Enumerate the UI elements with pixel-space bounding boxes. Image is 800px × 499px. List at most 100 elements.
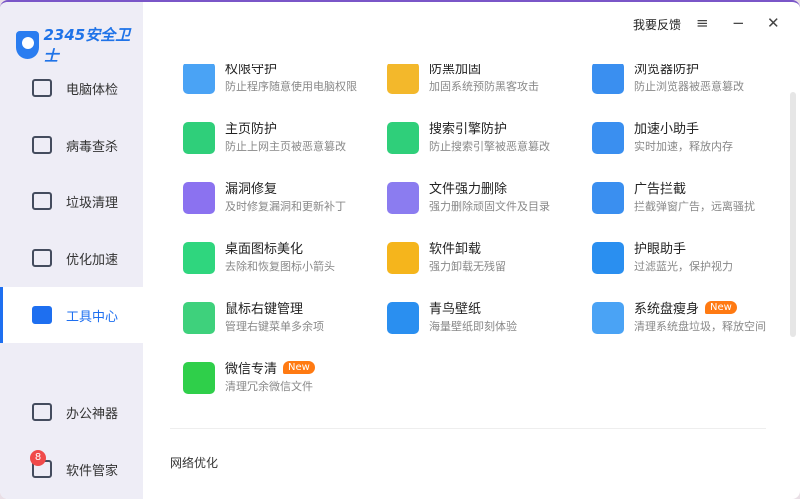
tool-description: 强力删除顽固文件及目录 <box>429 200 550 213</box>
tool-description: 去除和恢复图标小箭头 <box>225 260 335 273</box>
sidebar-item-label: 电脑体检 <box>66 82 119 98</box>
tool-item[interactable]: 防黑加固 加固系统预防黑客攻击 <box>387 64 587 102</box>
menu-icon[interactable]: ≡ <box>696 14 709 32</box>
target-icon <box>32 136 52 154</box>
shield-logo-icon <box>16 31 40 59</box>
sidebar-item-0[interactable]: 电脑体检 <box>0 60 143 116</box>
tool-title: 鼠标右键管理 <box>225 302 304 317</box>
tool-title: 搜索引擎防护 <box>429 122 508 137</box>
tool-description: 及时修复漏洞和更新补丁 <box>225 200 346 213</box>
tool-title: 权限守护 <box>225 64 278 77</box>
tool-item[interactable]: 搜索引擎防护 防止搜索引擎被恶意篡改 <box>387 118 587 162</box>
sidebar: 2345安全卫士 电脑体检 病毒查杀 垃圾清理 优化加速 工具中心 办公神器 8 软件管家 <box>0 2 143 499</box>
app-window: 2345安全卫士 电脑体检 病毒查杀 垃圾清理 优化加速 工具中心 办公神器 8 软件管家 我… <box>0 0 800 499</box>
sidebar-item-6[interactable]: 8 软件管家 <box>0 441 143 497</box>
sidebar-item-1[interactable]: 病毒查杀 <box>0 117 143 173</box>
minimize-button[interactable]: − <box>732 14 745 32</box>
tool-item[interactable]: 护眼助手 过滤蓝光，保护视力 <box>592 238 783 282</box>
tool-item[interactable]: 鼠标右键管理 管理右键菜单多余项 <box>183 298 383 342</box>
tool-title: 微信专清 <box>225 362 278 377</box>
tool-icon <box>183 122 215 154</box>
sidebar-item-label: 病毒查杀 <box>66 139 119 155</box>
tool-icon <box>592 302 624 334</box>
tool-description: 防止上网主页被恶意篡改 <box>225 140 346 153</box>
tool-item[interactable]: 文件强力删除 强力删除顽固文件及目录 <box>387 178 587 222</box>
tool-description: 加固系统预防黑客攻击 <box>429 80 539 93</box>
tool-description: 拦截弹窗广告，远离骚扰 <box>634 200 755 213</box>
section-title-network: 网络优化 <box>170 456 219 470</box>
tool-title: 文件强力删除 <box>429 182 508 197</box>
tool-icon <box>387 302 419 334</box>
checklist-icon <box>32 403 52 421</box>
tool-item[interactable]: 主页防护 防止上网主页被恶意篡改 <box>183 118 383 162</box>
tool-icon <box>387 182 419 214</box>
tool-icon <box>592 122 624 154</box>
tool-title: 主页防护 <box>225 122 278 137</box>
update-count-badge: 8 <box>30 450 46 466</box>
tool-item[interactable]: 漏洞修复 及时修复漏洞和更新补丁 <box>183 178 383 222</box>
tool-title: 浏览器防护 <box>634 64 700 77</box>
tool-description: 清理系统盘垃圾，释放空间 <box>634 320 766 333</box>
tool-icon <box>387 64 419 94</box>
rocket-icon <box>32 249 52 267</box>
tool-icon <box>592 242 624 274</box>
header: 我要反馈 ≡ − ✕ <box>143 2 800 52</box>
tool-title: 青鸟壁纸 <box>429 302 482 317</box>
feedback-link[interactable]: 我要反馈 <box>633 16 681 33</box>
sidebar-item-label: 优化加速 <box>66 252 119 268</box>
toolbox-icon <box>32 306 52 324</box>
sidebar-item-label: 软件管家 <box>66 463 119 479</box>
tool-item[interactable]: 软件卸载 强力卸载无残留 <box>387 238 587 282</box>
tool-title: 护眼助手 <box>634 242 687 257</box>
new-badge: New <box>705 301 737 314</box>
tool-icon <box>387 122 419 154</box>
tool-description: 清理冗余微信文件 <box>225 380 313 393</box>
tool-title: 防黑加固 <box>429 64 482 77</box>
sidebar-item-3[interactable]: 优化加速 <box>0 230 143 286</box>
tool-item[interactable]: 权限守护 防止程序随意使用电脑权限 <box>183 64 383 102</box>
monitor-icon <box>32 79 52 97</box>
sidebar-item-5[interactable]: 办公神器 <box>0 384 143 440</box>
trash-icon <box>32 192 52 210</box>
scrollbar[interactable] <box>790 92 796 337</box>
tool-icon <box>387 242 419 274</box>
tool-icon <box>592 182 624 214</box>
tool-description: 防止浏览器被恶意篡改 <box>634 80 744 93</box>
tool-description: 防止程序随意使用电脑权限 <box>225 80 357 93</box>
tool-item[interactable]: 青鸟壁纸 海量壁纸即刻体验 <box>387 298 587 342</box>
sidebar-item-4[interactable]: 工具中心 <box>0 287 143 343</box>
tool-title: 桌面图标美化 <box>225 242 304 257</box>
tool-title: 漏洞修复 <box>225 182 278 197</box>
new-badge: New <box>283 361 315 374</box>
section-divider <box>170 428 766 429</box>
tool-description: 强力卸载无残留 <box>429 260 506 273</box>
tool-item[interactable]: 加速小助手 实时加速，释放内存 <box>592 118 783 162</box>
sidebar-item-label: 工具中心 <box>66 309 119 325</box>
tool-description: 管理右键菜单多余项 <box>225 320 324 333</box>
tool-icon <box>183 64 215 94</box>
tool-description: 实时加速，释放内存 <box>634 140 733 153</box>
sidebar-item-label: 办公神器 <box>66 406 119 422</box>
box-icon: 8 <box>30 450 52 478</box>
tool-title: 加速小助手 <box>634 122 700 137</box>
close-button[interactable]: ✕ <box>767 14 780 32</box>
tool-description: 过滤蓝光，保护视力 <box>634 260 733 273</box>
sidebar-item-2[interactable]: 垃圾清理 <box>0 173 143 229</box>
tool-title: 广告拦截 <box>634 182 687 197</box>
tool-grid: 权限守护 防止程序随意使用电脑权限 防黑加固 加固系统预防黑客攻击 浏览器防护 … <box>143 64 783 499</box>
tool-icon <box>183 242 215 274</box>
tool-item[interactable]: 浏览器防护 防止浏览器被恶意篡改 <box>592 64 783 102</box>
tool-description: 海量壁纸即刻体验 <box>429 320 517 333</box>
tool-title: 系统盘瘦身 <box>634 302 700 317</box>
tool-icon <box>183 362 215 394</box>
tool-icon <box>183 302 215 334</box>
tool-icon <box>183 182 215 214</box>
tool-title: 软件卸载 <box>429 242 482 257</box>
tool-item[interactable]: 桌面图标美化 去除和恢复图标小箭头 <box>183 238 383 282</box>
tool-icon <box>592 64 624 94</box>
sidebar-item-label: 垃圾清理 <box>66 195 119 211</box>
tool-item[interactable]: 广告拦截 拦截弹窗广告，远离骚扰 <box>592 178 783 222</box>
tool-item[interactable]: 微信专清 New 清理冗余微信文件 <box>183 358 383 402</box>
tool-item[interactable]: 系统盘瘦身 New 清理系统盘垃圾，释放空间 <box>592 298 783 342</box>
tool-description: 防止搜索引擎被恶意篡改 <box>429 140 550 153</box>
